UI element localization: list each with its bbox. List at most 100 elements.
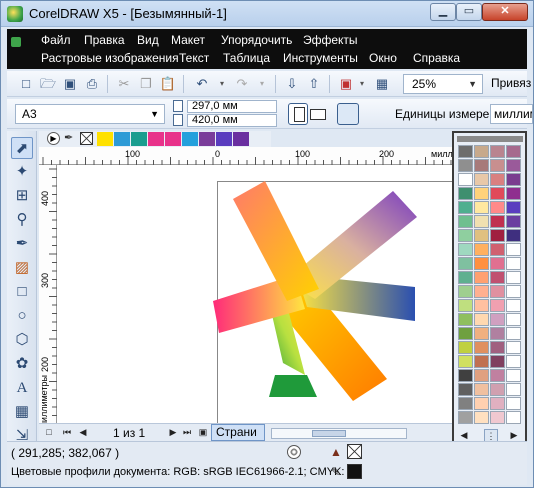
page-tab[interactable]: Страни <box>211 424 265 441</box>
fill-bucket-icon[interactable]: ▲ <box>329 445 343 459</box>
smart-fill-tool-icon[interactable]: ▨ <box>11 257 33 279</box>
portrait-orientation-button[interactable] <box>288 103 308 125</box>
palette-swatch[interactable] <box>506 313 521 326</box>
palette-swatch[interactable] <box>490 313 505 326</box>
rectangle-tool-icon[interactable]: □ <box>11 281 33 303</box>
ellipse-tool-icon[interactable]: ○ <box>11 305 33 327</box>
outline-pen-icon[interactable]: ✎ <box>329 465 343 479</box>
palette-swatch[interactable] <box>490 201 505 214</box>
welcome-icon[interactable]: ▦ <box>373 75 391 93</box>
menu-tools[interactable]: Инструменты <box>283 51 358 65</box>
page-width-field[interactable]: 297,0 мм <box>187 100 277 113</box>
palette-swatch[interactable] <box>506 187 521 200</box>
palette-swatch[interactable] <box>506 285 521 298</box>
palette-swatch[interactable] <box>474 215 489 228</box>
palette-swatch[interactable] <box>474 383 489 396</box>
palette-swatch[interactable] <box>490 397 505 410</box>
table-tool-icon[interactable]: ▦ <box>11 401 33 423</box>
paste-icon[interactable]: 📋 <box>159 75 177 93</box>
scrollbar-thumb[interactable] <box>312 430 346 437</box>
document-menu-icon[interactable] <box>11 37 23 57</box>
coreldraw-app-icon[interactable] <box>7 6 23 22</box>
undo-icon[interactable]: ↶ <box>193 75 211 93</box>
menu-file[interactable]: Файл <box>41 33 71 47</box>
palette-swatch[interactable] <box>490 369 505 382</box>
save-icon[interactable]: ▣ <box>61 75 79 93</box>
palette-swatch[interactable] <box>474 229 489 242</box>
menu-table[interactable]: Таблица <box>223 51 270 65</box>
eyedropper-icon[interactable]: ✒ <box>64 132 77 145</box>
palette-swatch[interactable] <box>506 257 521 270</box>
palette-swatch[interactable] <box>506 369 521 382</box>
palette-swatch[interactable] <box>474 285 489 298</box>
palette-grip[interactable] <box>457 136 523 142</box>
color-profile-info[interactable]: Цветовые профили документа: RGB: sRGB IE… <box>11 466 345 478</box>
page-size-select[interactable]: A3 ▼ <box>15 104 165 124</box>
palette-swatch[interactable] <box>458 341 473 354</box>
palette-swatch[interactable] <box>458 229 473 242</box>
palette-swatch[interactable] <box>458 411 473 424</box>
document-palette-swatch[interactable] <box>131 132 147 146</box>
palette-swatch[interactable] <box>474 201 489 214</box>
palette-swatch[interactable] <box>490 271 505 284</box>
text-tool-icon[interactable]: A <box>11 377 33 399</box>
target-icon[interactable] <box>287 445 301 459</box>
palette-swatch[interactable] <box>506 299 521 312</box>
palette-swatch[interactable] <box>458 173 473 186</box>
import-icon[interactable]: ⇩ <box>283 75 301 93</box>
menu-window[interactable]: Окно <box>369 51 397 65</box>
palette-swatch[interactable] <box>458 187 473 200</box>
palette-swatch[interactable] <box>506 159 521 172</box>
palette-swatch[interactable] <box>506 243 521 256</box>
fill-none-swatch[interactable] <box>347 444 362 459</box>
minimize-button[interactable]: ▁ <box>430 3 456 21</box>
zoom-level-select[interactable]: 25% ▼ <box>403 74 483 94</box>
document-palette-swatch[interactable] <box>233 132 249 146</box>
palette-swatch[interactable] <box>506 145 521 158</box>
menu-bitmaps[interactable]: Растровые изображения <box>41 51 179 65</box>
palette-swatch[interactable] <box>506 327 521 340</box>
cut-icon[interactable]: ✂ <box>115 75 133 93</box>
palette-swatch[interactable] <box>458 257 473 270</box>
palette-swatch[interactable] <box>490 327 505 340</box>
palette-swatch[interactable] <box>474 187 489 200</box>
previous-page-icon[interactable]: ◀ <box>77 426 89 439</box>
palette-swatch[interactable] <box>474 327 489 340</box>
drawing-canvas[interactable] <box>57 165 453 423</box>
palette-swatch[interactable] <box>506 397 521 410</box>
publish-dropdown-icon[interactable]: ▾ <box>353 75 371 93</box>
outline-color-swatch[interactable] <box>347 464 362 479</box>
menu-text[interactable]: Текст <box>179 51 209 65</box>
export-icon[interactable]: ⇧ <box>305 75 323 93</box>
all-pages-button[interactable] <box>337 103 359 125</box>
palette-swatch[interactable] <box>474 397 489 410</box>
add-page-after-icon[interactable]: ▣ <box>197 426 209 439</box>
snap-to-label[interactable]: Привяз <box>491 76 531 90</box>
last-page-icon[interactable]: ⏭ <box>181 426 193 439</box>
open-icon[interactable]: 🗁 <box>39 75 57 93</box>
palette-swatch[interactable] <box>506 229 521 242</box>
menu-edit[interactable]: Правка <box>84 33 125 47</box>
palette-swatch[interactable] <box>474 341 489 354</box>
freehand-tool-icon[interactable]: ✒ <box>11 233 33 255</box>
horizontal-scrollbar[interactable] <box>271 428 407 439</box>
palette-swatch[interactable] <box>474 299 489 312</box>
undo-dropdown-icon[interactable]: ▾ <box>213 75 231 93</box>
title-bar[interactable]: CorelDRAW X5 - [Безымянный-1] ▁ ▭ ✕ <box>1 1 533 27</box>
redo-dropdown-icon[interactable]: ▾ <box>253 75 271 93</box>
palette-swatch[interactable] <box>474 173 489 186</box>
palette-swatch[interactable] <box>458 201 473 214</box>
palette-swatch[interactable] <box>474 159 489 172</box>
no-color-swatch[interactable] <box>80 132 93 145</box>
landscape-orientation-button[interactable] <box>310 105 326 123</box>
shape-tool-icon[interactable]: ✦ <box>11 161 33 183</box>
menu-layout[interactable]: Макет <box>171 33 205 47</box>
document-palette-swatch[interactable] <box>114 132 130 146</box>
palette-swatch[interactable] <box>474 257 489 270</box>
palette-swatch[interactable] <box>474 243 489 256</box>
palette-swatch[interactable] <box>458 355 473 368</box>
polygon-tool-icon[interactable]: ⬡ <box>11 329 33 351</box>
palette-swatch[interactable] <box>490 215 505 228</box>
new-icon[interactable]: □ <box>17 75 35 93</box>
redo-icon[interactable]: ↷ <box>233 75 251 93</box>
